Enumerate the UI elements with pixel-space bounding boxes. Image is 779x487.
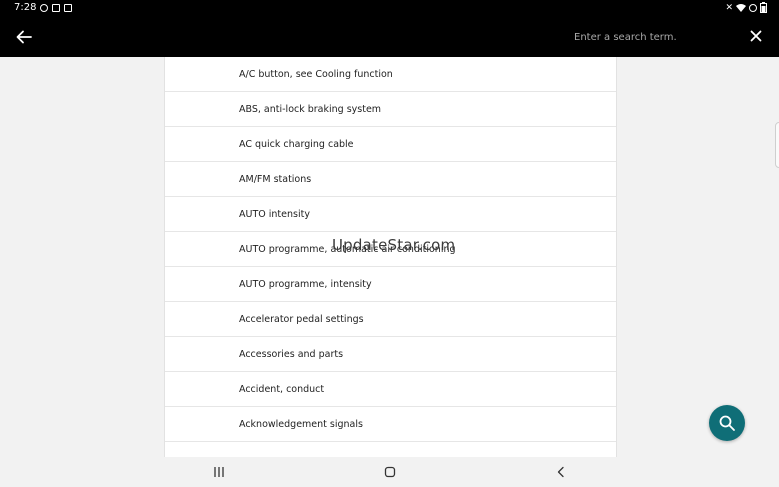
home-icon (384, 466, 396, 478)
battery-icon (760, 2, 767, 13)
list-item-label: AUTO programme, intensity (239, 278, 372, 290)
list-item[interactable]: AUTO intensity (165, 197, 616, 232)
back-icon (557, 466, 564, 478)
arrow-left-icon (16, 30, 32, 44)
list-item-partial[interactable] (165, 442, 616, 457)
app-bar (0, 16, 779, 57)
list-item-label: Accelerator pedal settings (239, 313, 364, 325)
dnd-icon (40, 3, 49, 12)
list-item[interactable]: Accessories and parts (165, 337, 616, 372)
list-item[interactable]: AC quick charging cable (165, 127, 616, 162)
back-button[interactable] (12, 25, 36, 49)
gallery-icon (52, 3, 61, 12)
close-search-button[interactable] (745, 25, 767, 47)
search-icon (719, 415, 735, 431)
nav-back-button[interactable] (553, 464, 569, 480)
list-item[interactable]: ABS, anti-lock braking system (165, 92, 616, 127)
system-nav-bar (0, 457, 779, 487)
list-item-label: Acknowledgement signals (239, 418, 363, 430)
list-item-label: Accident, conduct (239, 383, 325, 395)
list-item[interactable]: Acknowledgement signals (165, 407, 616, 442)
wifi-icon (736, 4, 746, 12)
list-item[interactable]: AUTO programme, intensity (165, 267, 616, 302)
search-input[interactable] (574, 28, 714, 46)
edge-panel-handle[interactable] (775, 122, 779, 168)
list-item-label: ABS, anti-lock braking system (239, 103, 382, 115)
recents-button[interactable] (211, 464, 227, 480)
notification-icon (64, 3, 73, 12)
home-button[interactable] (382, 464, 398, 480)
block-icon (749, 3, 757, 12)
mute-icon: ✕ (725, 2, 733, 13)
list-item-label: AM/FM stations (239, 173, 312, 185)
list-item-label: Accessories and parts (239, 348, 344, 360)
watermark: UpdateStar.com (332, 236, 456, 254)
index-list: A/C button, see Cooling function ABS, an… (164, 57, 617, 457)
status-left: 7:28 (14, 2, 73, 13)
close-icon (750, 30, 762, 42)
list-item-label: AUTO intensity (239, 208, 310, 220)
search-fab-button[interactable] (709, 405, 745, 441)
list-item-label: AC quick charging cable (239, 138, 354, 150)
list-item-label: A/C button, see Cooling function (239, 68, 393, 80)
status-bar: 7:28 ✕ (0, 0, 779, 16)
status-time: 7:28 (14, 2, 37, 13)
list-item[interactable]: Accident, conduct (165, 372, 616, 407)
recents-icon (214, 467, 224, 477)
status-right: ✕ (725, 2, 767, 13)
list-item[interactable]: Accelerator pedal settings (165, 302, 616, 337)
list-item[interactable]: A/C button, see Cooling function (165, 57, 616, 92)
list-item[interactable]: AM/FM stations (165, 162, 616, 197)
